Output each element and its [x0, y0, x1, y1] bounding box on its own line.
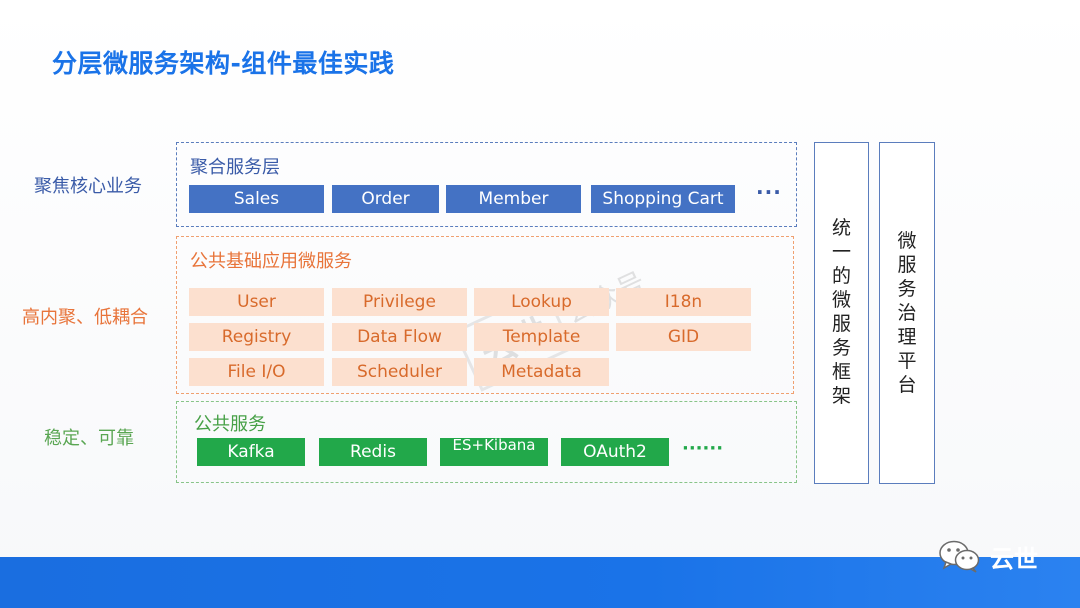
slide-title: 分层微服务架构-组件最佳实践	[52, 49, 395, 78]
footer-bar	[0, 557, 1080, 608]
panel-char: 微	[897, 230, 917, 252]
panel-char: 理	[897, 326, 917, 348]
panel-char: 务	[831, 337, 851, 359]
unified-framework-panel: 统 一 的 微 服 务 框 架	[814, 142, 869, 484]
service-box-metadata: Metadata	[474, 358, 609, 386]
service-box-member: Member	[446, 185, 581, 213]
service-box-privilege: Privilege	[332, 288, 467, 316]
panel-char: 框	[831, 361, 851, 383]
panel-char: 平	[897, 350, 917, 372]
footer-brand: 云世	[938, 538, 1038, 574]
service-box-user: User	[189, 288, 324, 316]
service-box-i18n: I18n	[616, 288, 751, 316]
basic-layer-title: 公共基础应用微服务	[190, 251, 352, 272]
service-box-gid: GID	[616, 323, 751, 351]
common-more-indicator: ······	[682, 438, 724, 459]
service-box-sales: Sales	[189, 185, 324, 213]
panel-char: 统	[831, 217, 851, 239]
panel-char: 务	[897, 278, 917, 300]
service-box-scheduler: Scheduler	[332, 358, 467, 386]
service-box-registry: Registry	[189, 323, 324, 351]
service-box-order: Order	[332, 185, 439, 213]
service-box-oauth2: OAuth2	[561, 438, 669, 466]
service-box-template: Template	[474, 323, 609, 351]
service-box-es-kibana: ES+Kibana	[440, 438, 548, 466]
service-box-file-io: File I/O	[189, 358, 324, 386]
service-box-redis: Redis	[319, 438, 427, 466]
panel-char: 一	[831, 241, 851, 263]
aggregate-layer-title: 聚合服务层	[190, 157, 280, 178]
row-label-stability: 稳定、可靠	[44, 428, 134, 449]
panel-char: 治	[897, 302, 917, 324]
service-box-shopping-cart: Shopping Cart	[591, 185, 735, 213]
wechat-icon	[938, 538, 982, 574]
panel-char: 架	[831, 385, 851, 407]
common-layer-title: 公共服务	[194, 414, 266, 435]
panel-char: 的	[831, 265, 851, 287]
panel-char: 服	[897, 254, 917, 276]
panel-char: 微	[831, 289, 851, 311]
service-box-lookup: Lookup	[474, 288, 609, 316]
aggregate-more-indicator: ···	[756, 180, 782, 204]
row-label-core-business: 聚焦核心业务	[34, 176, 142, 197]
service-box-kafka: Kafka	[197, 438, 305, 466]
row-label-cohesion: 高内聚、低耦合	[22, 307, 148, 328]
governance-platform-panel: 微 服 务 治 理 平 台	[879, 142, 935, 484]
footer-brand-name: 云世	[990, 544, 1038, 573]
panel-char: 台	[897, 374, 917, 396]
service-box-data-flow: Data Flow	[332, 323, 467, 351]
panel-char: 服	[831, 313, 851, 335]
